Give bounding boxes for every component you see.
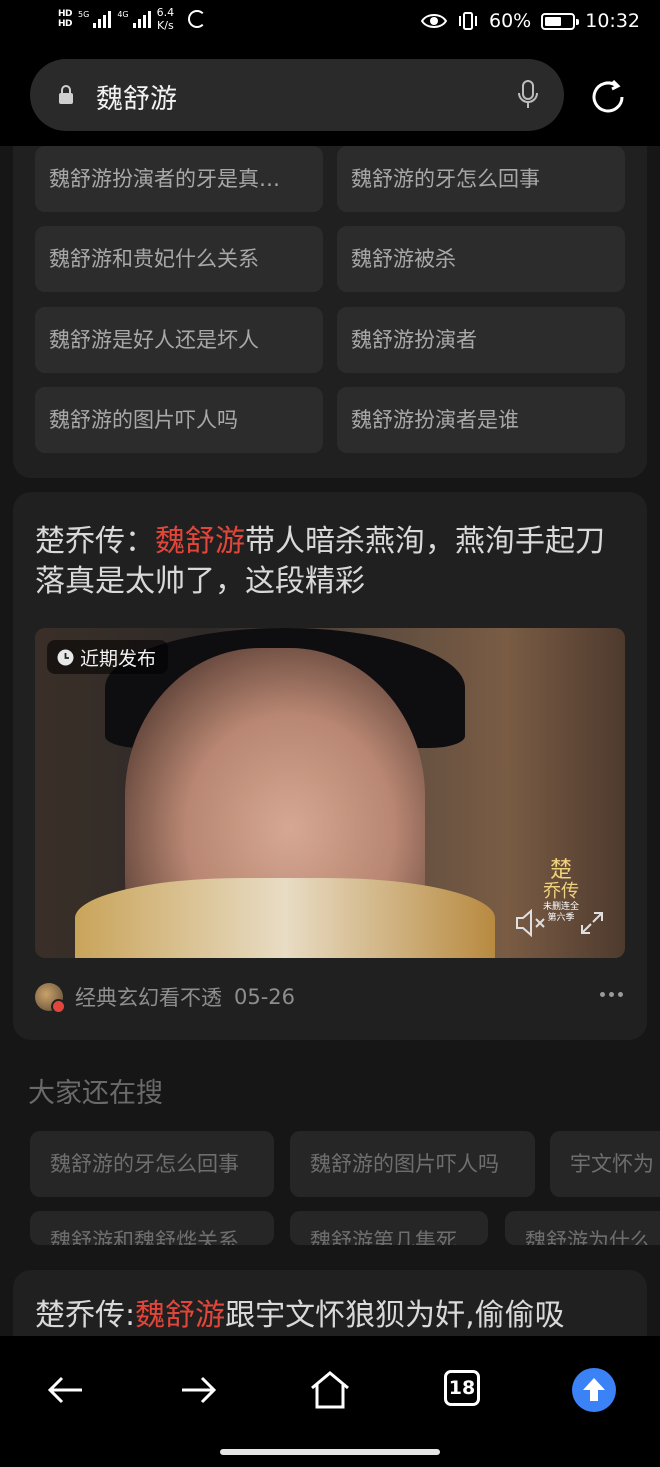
related-chip[interactable]: 魏舒游被杀 <box>337 226 625 292</box>
refresh-icon[interactable] <box>589 78 627 116</box>
also-search-chip[interactable]: 魏舒游的图片吓人吗 <box>290 1131 535 1197</box>
battery-percent: 60% <box>489 10 532 32</box>
series-watermark: 楚 乔传 未删连全 第六季 <box>543 860 579 924</box>
related-chip[interactable]: 魏舒游的牙怎么回事 <box>337 146 625 212</box>
related-chip[interactable]: 魏舒游扮演者是谁 <box>337 387 625 453</box>
publish-date: 05-26 <box>234 985 296 1009</box>
author-avatar[interactable] <box>35 983 66 1014</box>
news-card[interactable]: 楚乔传:魏舒游跟宇文怀狼狈为奸,偷偷吸 <box>13 1270 647 1336</box>
hd-label-2: HD <box>58 19 73 29</box>
network-label-2: 4G <box>117 10 129 19</box>
author-name[interactable]: 经典玄幻看不透 <box>75 982 222 1012</box>
title-prefix: 楚乔传： <box>35 524 155 559</box>
also-search-title: 大家还在搜 <box>28 1078 163 1109</box>
back-arrow-icon[interactable] <box>44 1368 88 1412</box>
watermark-line: 未删连全 <box>542 902 579 912</box>
clock-time: 10:32 <box>585 10 640 32</box>
home-indicator[interactable] <box>220 1449 440 1455</box>
eye-icon <box>421 14 447 28</box>
watermark-line: 楚 <box>549 858 572 883</box>
vibrate-icon <box>459 12 477 30</box>
thumbnail-robe <box>75 878 495 958</box>
news-card[interactable]: 楚乔传：魏舒游带人暗杀燕洵，燕洵手起刀落真是太帅了，这段精彩 近期发布 楚 乔传… <box>13 492 647 1040</box>
more-options-icon[interactable] <box>600 992 623 997</box>
fullscreen-icon[interactable] <box>579 910 605 936</box>
microphone-icon[interactable] <box>516 79 540 111</box>
title-suffix: 跟宇文怀狼狈为奸,偷偷吸 <box>225 1298 565 1333</box>
home-icon[interactable] <box>308 1368 352 1412</box>
forward-arrow-icon[interactable] <box>176 1368 220 1412</box>
mute-icon[interactable] <box>513 906 547 940</box>
watermark-line: 第六季 <box>547 913 575 923</box>
bottom-navigation: 18 <box>0 1336 660 1467</box>
news-title[interactable]: 楚乔传:魏舒游跟宇文怀狼狈为奸,偷偷吸 <box>35 1296 625 1336</box>
also-search-chip[interactable]: 魏舒游为什么 <box>505 1211 660 1245</box>
scroll-up-button[interactable] <box>572 1368 616 1412</box>
title-highlight: 魏舒游 <box>155 524 245 559</box>
watermark-line: 乔传 <box>542 881 579 902</box>
up-arrow-icon <box>583 1378 605 1401</box>
status-right: 60% 10:32 <box>421 10 640 32</box>
tabs-count-button[interactable]: 18 <box>444 1370 480 1406</box>
search-results[interactable]: 魏舒游扮演者的牙是真… 魏舒游的牙怎么回事 魏舒游和贵妃什么关系 魏舒游被杀 魏… <box>0 146 660 1336</box>
also-search-chip[interactable]: 魏舒游第几集死 <box>290 1211 488 1245</box>
news-title[interactable]: 楚乔传：魏舒游带人暗杀燕洵，燕洵手起刀落真是太帅了，这段精彩 <box>35 522 625 602</box>
signal-icon-5g: 5G <box>78 10 112 28</box>
status-bar: HD HD 5G 4G 6.4 K/s 60% 10:32 <box>0 0 660 46</box>
related-chip[interactable]: 魏舒游是好人还是坏人 <box>35 307 323 373</box>
network-label-1: 5G <box>78 10 90 19</box>
network-speed: 6.4 K/s <box>157 6 175 32</box>
battery-icon <box>541 12 580 30</box>
status-left: HD HD 5G 4G 6.4 K/s <box>58 6 207 32</box>
also-search-chip[interactable]: 宇文怀为 <box>550 1131 660 1197</box>
related-chip[interactable]: 魏舒游的图片吓人吗 <box>35 387 323 453</box>
title-highlight: 魏舒游 <box>135 1298 226 1333</box>
related-chip[interactable]: 魏舒游和贵妃什么关系 <box>35 226 323 292</box>
related-searches-card: 魏舒游扮演者的牙是真… 魏舒游的牙怎么回事 魏舒游和贵妃什么关系 魏舒游被杀 魏… <box>13 146 647 478</box>
video-thumbnail[interactable]: 近期发布 楚 乔传 未删连全 第六季 <box>35 628 625 958</box>
also-search-chip[interactable]: 魏舒游的牙怎么回事 <box>30 1131 274 1197</box>
hd-indicator: HD HD <box>58 9 73 29</box>
recent-badge-label: 近期发布 <box>80 647 157 670</box>
related-chip[interactable]: 魏舒游扮演者的牙是真… <box>35 146 323 212</box>
loading-icon <box>188 10 207 28</box>
clock-icon <box>57 649 74 665</box>
signal-icon-4g: 4G <box>117 10 151 28</box>
news-meta: 经典玄幻看不透 05-26 <box>35 982 296 1014</box>
related-chip[interactable]: 魏舒游扮演者 <box>337 307 625 373</box>
speed-unit: K/s <box>157 19 174 32</box>
speed-value: 6.4 <box>156 6 175 19</box>
hd-label-1: HD <box>58 9 73 19</box>
search-bar[interactable]: 魏舒游 <box>30 59 564 131</box>
lock-icon <box>59 85 73 104</box>
title-prefix: 楚乔传: <box>35 1298 136 1333</box>
also-search-chip[interactable]: 魏舒游和魏舒烨关系 <box>30 1211 274 1245</box>
search-query[interactable]: 魏舒游 <box>96 77 177 116</box>
recent-badge: 近期发布 <box>47 640 169 674</box>
browser-header: 魏舒游 <box>0 46 660 146</box>
